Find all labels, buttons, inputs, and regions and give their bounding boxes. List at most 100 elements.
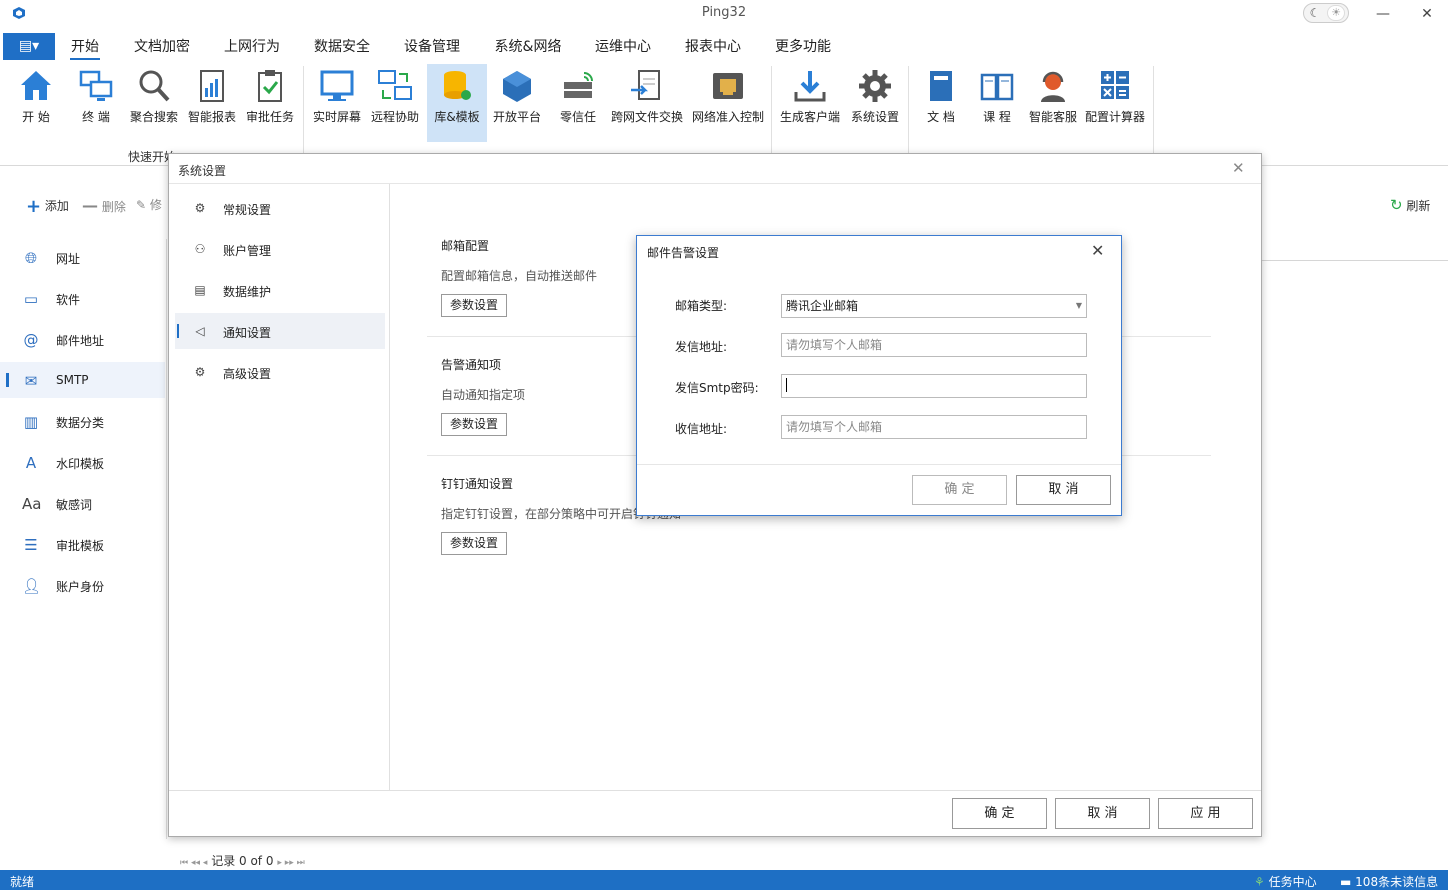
settings-nav-notifications[interactable]: ◁通知设置: [175, 313, 385, 349]
tab-device-management[interactable]: 设备管理: [403, 36, 461, 56]
unread-messages-button[interactable]: ▬ 108条未读信息: [1340, 873, 1438, 890]
sidebar-item-data-category[interactable]: ▥数据分类: [0, 403, 165, 439]
settings-nav-advanced[interactable]: ⚙高级设置: [175, 354, 385, 390]
gear-icon: [857, 68, 893, 104]
task-center-button[interactable]: ⚘ 任务中心: [1254, 873, 1317, 890]
ribbon-generate-client-button[interactable]: 生成客户端: [777, 64, 843, 142]
delete-label: 删除: [102, 200, 126, 214]
ribbon-open-platform-button[interactable]: 开放平台: [490, 64, 544, 142]
ribbon-zero-trust-button[interactable]: 零信任: [552, 64, 604, 142]
last-page-icon[interactable]: ▸ ▸▸ ⏭: [277, 858, 304, 868]
minimize-button[interactable]: —: [1368, 2, 1398, 26]
mailbox-params-button[interactable]: 参数设置: [441, 294, 507, 317]
dingtalk-params-button[interactable]: 参数设置: [441, 532, 507, 555]
settings-nav-data-maintenance[interactable]: ▤数据维护: [175, 272, 385, 308]
sidebar-item-watermark[interactable]: A水印模板: [0, 444, 165, 480]
ribbon-separator: [1153, 66, 1154, 162]
settings-nav-label: 通知设置: [223, 324, 271, 341]
ribbon-documents-button[interactable]: 文 档: [914, 64, 968, 142]
settings-nav-general[interactable]: ⚙常规设置: [175, 190, 385, 226]
sidebar-item-email-address[interactable]: @邮件地址: [0, 321, 165, 357]
first-page-icon[interactable]: ⏮ ◂◂ ◂: [180, 858, 207, 868]
alert-params-button[interactable]: 参数设置: [441, 413, 507, 436]
delete-button[interactable]: — 删除: [82, 196, 126, 215]
ribbon-library-template-button[interactable]: 库&模板: [427, 64, 487, 142]
divider: [637, 464, 1121, 465]
ribbon-label: 智能报表: [186, 108, 238, 125]
alert-close-icon[interactable]: ✕: [1091, 241, 1104, 260]
tab-start[interactable]: 开始: [70, 36, 100, 60]
ribbon-network-access-button[interactable]: 网络准入控制: [689, 64, 767, 142]
tab-system-network[interactable]: 系统&网络: [493, 36, 563, 56]
edit-button[interactable]: ✎ 修: [136, 196, 162, 213]
tab-doc-encryption[interactable]: 文档加密: [133, 36, 191, 56]
sender-address-label: 发信地址:: [675, 338, 727, 355]
dialog-titlebar: 系统设置 ✕: [169, 154, 1261, 184]
tab-ops-center[interactable]: 运维中心: [594, 36, 652, 56]
theme-toggle[interactable]: ☾☀: [1303, 3, 1349, 23]
status-text: 就绪: [10, 873, 34, 890]
mailbox-type-label: 邮箱类型:: [675, 297, 727, 314]
alert-ok-button[interactable]: 确 定: [912, 475, 1007, 505]
settings-nav-label: 常规设置: [223, 201, 271, 218]
ribbon-terminal-button[interactable]: 终 端: [70, 64, 122, 142]
tab-report-center[interactable]: 报表中心: [684, 36, 742, 56]
ribbon-system-settings-button[interactable]: 系统设置: [847, 64, 903, 142]
close-window-button[interactable]: ✕: [1412, 2, 1442, 26]
ribbon-label: 开放平台: [490, 108, 544, 125]
ribbon-label: 零信任: [552, 108, 604, 125]
sidebar-item-label: 数据分类: [56, 414, 104, 431]
ribbon-cross-network-file-button[interactable]: 跨网文件交换: [607, 64, 687, 142]
sidebar-item-url[interactable]: 🌐︎网址: [0, 239, 165, 275]
settings-nav-accounts[interactable]: ⚇账户管理: [175, 231, 385, 267]
ribbon-approval-task-button[interactable]: 审批任务: [244, 64, 296, 142]
pencil-icon: ✎: [136, 198, 146, 212]
edit-label: 修: [150, 198, 162, 212]
settings-ok-button[interactable]: 确 定: [952, 798, 1047, 829]
ribbon-config-calculator-button[interactable]: 配置计算器: [1083, 64, 1147, 142]
dialog-close-icon[interactable]: ✕: [1232, 159, 1245, 177]
sidebar-item-account-identity[interactable]: 👤︎账户身份: [0, 567, 165, 603]
ribbon-smart-report-button[interactable]: 智能报表: [186, 64, 238, 142]
settings-cancel-button[interactable]: 取 消: [1055, 798, 1150, 829]
ribbon-courses-button[interactable]: 课 程: [970, 64, 1024, 142]
sidebar-item-label: SMTP: [56, 373, 89, 387]
recipient-address-input[interactable]: 请勿填写个人邮箱: [781, 415, 1087, 439]
terminal-computers-icon: [78, 68, 114, 104]
sidebar-item-smtp[interactable]: ✉SMTP: [0, 362, 165, 398]
unread-messages-label: 108条未读信息: [1355, 875, 1438, 889]
settings-nav-label: 高级设置: [223, 365, 271, 382]
ribbon-start-button[interactable]: 开 始: [10, 64, 62, 142]
status-bar: 就绪 ⚘ 任务中心 ▬ 108条未读信息: [0, 870, 1448, 890]
refresh-button[interactable]: ↻ 刷新: [1390, 196, 1430, 214]
ribbon-label: 配置计算器: [1083, 108, 1147, 125]
settings-apply-button[interactable]: 应 用: [1158, 798, 1253, 829]
sidebar-item-software[interactable]: ▭软件: [0, 280, 165, 316]
sidebar-item-sensitive-words[interactable]: Aa敏感词: [0, 485, 165, 521]
mailbox-type-select[interactable]: 腾讯企业邮箱 ▼: [781, 294, 1087, 318]
ribbon-label: 审批任务: [244, 108, 296, 125]
ribbon-remote-assist-button[interactable]: 远程协助: [368, 64, 422, 142]
tab-data-security[interactable]: 数据安全: [313, 36, 371, 56]
sidebar-item-approval-template[interactable]: ☰审批模板: [0, 526, 165, 562]
tab-web-behavior[interactable]: 上网行为: [223, 36, 281, 56]
message-icon: ▬: [1340, 875, 1351, 889]
tab-more-features[interactable]: 更多功能: [774, 36, 832, 56]
ribbon-label: 智能客服: [1026, 108, 1080, 125]
ribbon-realtime-screen-button[interactable]: 实时屏幕: [310, 64, 364, 142]
refresh-icon: ↻: [1390, 196, 1403, 214]
chevron-down-icon: ▼: [1076, 295, 1082, 317]
sender-address-input[interactable]: 请勿填写个人邮箱: [781, 333, 1087, 357]
app-menu-button[interactable]: ▤▾: [3, 33, 55, 60]
add-button[interactable]: + 添加: [26, 196, 69, 217]
smtp-password-input[interactable]: [781, 374, 1087, 398]
search-icon: [136, 68, 172, 104]
report-icon: [194, 68, 230, 104]
ribbon-label: 系统设置: [847, 108, 903, 125]
alert-cancel-button[interactable]: 取 消: [1016, 475, 1111, 505]
ribbon-aggregate-search-button[interactable]: 聚合搜索: [128, 64, 180, 142]
calculator-icon: [1097, 68, 1133, 104]
email-alert-dialog: 邮件告警设置 ✕ 邮箱类型: 腾讯企业邮箱 ▼ 发信地址: 请勿填写个人邮箱 发…: [636, 235, 1122, 516]
section-title-dingtalk: 钉钉通知设置: [441, 475, 513, 492]
ribbon-smart-service-button[interactable]: 智能客服: [1026, 64, 1080, 142]
